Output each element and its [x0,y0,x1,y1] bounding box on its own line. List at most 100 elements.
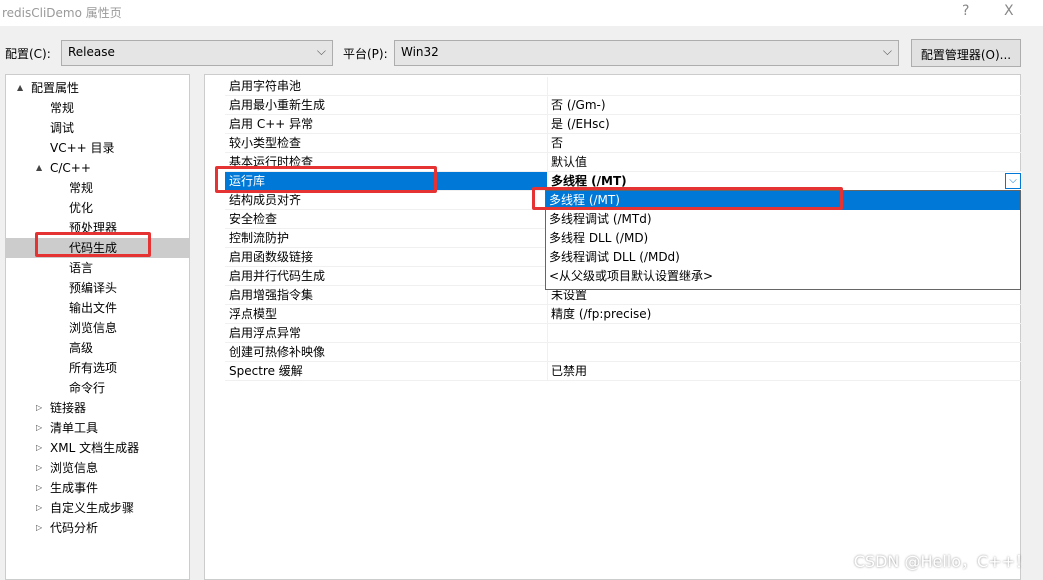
config-label: 配置(C): [5,47,51,61]
config-select[interactable]: Release ⌵ [61,40,333,66]
tree-item[interactable]: 命令行 [69,378,105,398]
tree-item[interactable]: ▷ 自定义生成步骤 [36,498,135,518]
tree-item[interactable]: ▷ 生成事件 [36,478,98,498]
expand-icon[interactable]: ▷ [36,418,42,438]
platform-value: Win32 [401,45,439,59]
tree-item[interactable]: 常规 [69,178,93,198]
tree-item-label: 浏览信息 [69,321,118,335]
expand-icon[interactable]: ▷ [36,478,42,498]
column-divider [547,77,548,96]
property-tree: ▲ 配置属性 常规 调试 VC++ 目录 ▲ C/C++ 常规 优化 预处理器 代码生成 语言 预编译头… [5,74,190,580]
property-name: 启用并行代码生成 [229,269,326,283]
property-name: 启用最小重新生成 [229,98,326,112]
column-divider [547,343,548,362]
collapse-icon[interactable]: ▲ [36,158,42,178]
tree-item[interactable]: ▷ 代码分析 [36,518,99,538]
config-manager-button[interactable]: 配置管理器(O)... [911,39,1021,67]
tree-item-label: 自定义生成步骤 [50,501,135,515]
tree-item[interactable]: ▲ 配置属性 [17,78,79,98]
dropdown-option[interactable]: 多线程调试 (/MTd) [546,210,1020,229]
property-row[interactable]: 启用字符串池 [225,77,1022,96]
tree-item-label: 清单工具 [50,421,99,435]
column-divider [547,96,548,115]
tree-item[interactable]: 高级 [69,338,93,358]
property-name: 启用字符串池 [229,79,302,93]
property-value: 精度 (/fp:precise) [551,307,652,321]
expand-icon[interactable]: ▷ [36,438,42,458]
property-name: 控制流防护 [229,231,290,245]
toolbar: 配置(C): Release ⌵ 平台(P): Win32 ⌵ 配置管理器(O)..… [0,26,1043,72]
property-name: 浮点模型 [229,307,278,321]
expand-icon[interactable]: ▷ [36,398,42,418]
tree-item-label: 预编译头 [69,281,118,295]
property-row[interactable]: 较小类型检查 否 [225,134,1022,153]
expand-icon[interactable]: ▷ [36,498,42,518]
tree-item-label: 语言 [69,261,94,275]
tree-item[interactable]: 优化 [69,198,93,218]
help-button[interactable]: ? [962,3,969,19]
scrollbar[interactable] [1023,74,1043,580]
property-name: 较小类型检查 [229,136,302,150]
property-row[interactable]: Spectre 缓解 已禁用 [225,362,1022,381]
column-divider [547,305,548,324]
tree-item[interactable]: 调试 [50,118,74,138]
tree-item-label: 常规 [50,101,75,115]
property-name: 创建可热修补映像 [229,345,326,359]
property-name: 启用浮点异常 [229,326,302,340]
expand-icon[interactable]: ▷ [36,518,42,538]
chevron-down-icon: ⌵ [882,44,892,58]
dropdown-chevron-icon[interactable]: ⌵ [1005,173,1021,189]
property-value: 已禁用 [551,364,588,378]
property-value: 否 [551,136,564,150]
column-divider [547,115,548,134]
tree-item-label: 高级 [69,341,94,355]
platform-select[interactable]: Win32 ⌵ [394,40,899,66]
tree-item-label: 所有选项 [69,361,118,375]
property-value: 否 (/Gm-) [551,98,606,112]
tree-item-label: 优化 [69,201,94,215]
tree-item[interactable]: ▷ 清单工具 [36,418,99,438]
property-name: 结构成员对齐 [229,193,302,207]
tree-item-label: XML 文档生成器 [50,441,140,455]
tree-item[interactable]: 浏览信息 [69,318,117,338]
dropdown-option[interactable]: 多线程调试 DLL (/MDd) [546,248,1020,267]
tree-item[interactable]: ▷ XML 文档生成器 [36,438,140,458]
tree-item[interactable]: 所有选项 [69,358,117,378]
property-row[interactable]: 启用最小重新生成 否 (/Gm-) [225,96,1022,115]
tree-item[interactable]: 预编译头 [69,278,117,298]
dropdown-option[interactable]: 多线程 DLL (/MD) [546,229,1020,248]
chevron-down-icon: ⌵ [316,44,326,58]
property-row[interactable]: 创建可热修补映像 [225,343,1022,362]
property-row[interactable]: 浮点模型 精度 (/fp:precise) [225,305,1022,324]
config-value: Release [68,45,115,59]
tree-item-label: 调试 [50,121,75,135]
property-name: 启用 C++ 异常 [229,117,314,131]
tree-item[interactable]: 输出文件 [69,298,117,318]
property-name: Spectre 缓解 [229,364,303,378]
highlight-box [35,232,151,257]
tree-item[interactable]: 常规 [50,98,74,118]
tree-item-label: 常规 [69,181,94,195]
property-name: 启用增强指令集 [229,288,314,302]
tree-item-label: VC++ 目录 [50,141,115,155]
tree-item-label: 输出文件 [69,301,118,315]
property-row[interactable]: 启用浮点异常 [225,324,1022,343]
tree-item[interactable]: ▷ 浏览信息 [36,458,98,478]
tree-item[interactable]: 语言 [69,258,93,278]
watermark: CSDN @Hello，C++！ [853,552,1031,571]
platform-label: 平台(P): [343,47,388,61]
tree-item[interactable]: ▷ 链接器 [36,398,86,418]
property-grid: 启用字符串池启用最小重新生成 否 (/Gm-) 启用 C++ 异常 是 (/EHsc)… [204,74,1022,580]
highlight-box [215,166,437,193]
window-title: redisCliDemo 属性页 [2,6,122,20]
column-divider [547,134,548,153]
dropdown-option[interactable]: <从父级或项目默认设置继承> [546,267,1020,286]
tree-item[interactable]: ▲ C/C++ [36,158,91,178]
tree-item-label: 代码分析 [50,521,99,535]
expand-icon[interactable]: ▷ [36,458,42,478]
property-name: 启用函数级链接 [229,250,314,264]
tree-item[interactable]: VC++ 目录 [50,138,115,158]
close-button[interactable]: X [1004,3,1014,19]
collapse-icon[interactable]: ▲ [17,78,23,98]
property-row[interactable]: 启用 C++ 异常 是 (/EHsc) [225,115,1022,134]
